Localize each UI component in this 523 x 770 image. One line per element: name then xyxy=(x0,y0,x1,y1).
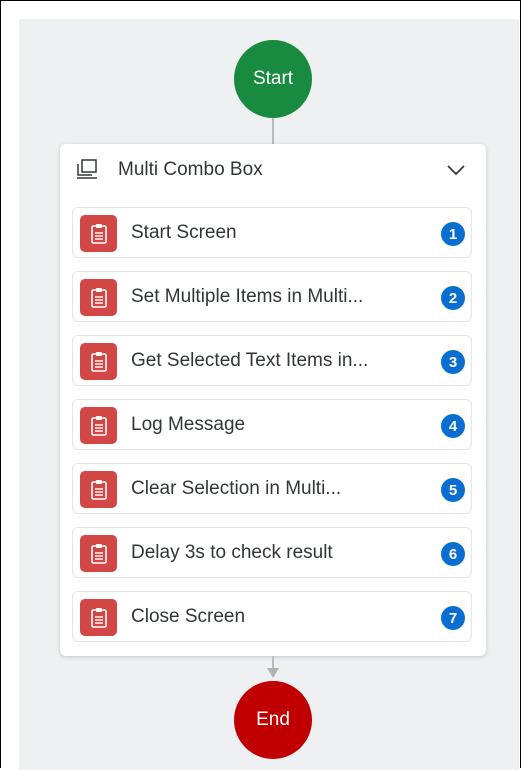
step-label: Clear Selection in Multi... xyxy=(131,478,342,499)
step-number-badge: 6 xyxy=(441,542,465,566)
chevron-down-icon[interactable] xyxy=(445,162,467,178)
step-number-badge: 5 xyxy=(441,478,465,502)
step-label: Log Message xyxy=(131,414,246,435)
clipboard-icon xyxy=(80,535,117,572)
step-item[interactable]: Start Screen 1 xyxy=(72,207,472,258)
start-node-label: Start xyxy=(252,68,294,89)
step-item[interactable]: Set Multiple Items in Multi... 2 xyxy=(72,271,472,322)
step-item[interactable]: Log Message 4 xyxy=(72,399,472,450)
multi-combo-box-group[interactable]: Multi Combo Box Start Screen 1 Set Multi… xyxy=(60,144,486,656)
end-node-label: End xyxy=(256,709,290,730)
clipboard-icon xyxy=(80,407,117,444)
step-number-badge: 2 xyxy=(441,286,465,310)
clipboard-icon xyxy=(80,279,117,316)
step-label: Close Screen xyxy=(131,606,246,627)
group-header[interactable]: Multi Combo Box xyxy=(60,144,486,198)
screen-icon xyxy=(77,159,97,179)
connector-line xyxy=(272,118,274,144)
end-node[interactable]: End xyxy=(234,681,312,759)
start-node[interactable]: Start xyxy=(234,40,312,118)
step-number-badge: 1 xyxy=(441,222,465,246)
step-item[interactable]: Delay 3s to check result 6 xyxy=(72,527,472,578)
step-label: Get Selected Text Items in... xyxy=(131,350,369,371)
step-number-badge: 4 xyxy=(441,414,465,438)
group-title: Multi Combo Box xyxy=(118,159,263,180)
step-item[interactable]: Get Selected Text Items in... 3 xyxy=(72,335,472,386)
step-item[interactable]: Close Screen 7 xyxy=(72,591,472,642)
step-item[interactable]: Clear Selection in Multi... 5 xyxy=(72,463,472,514)
step-number-badge: 7 xyxy=(441,606,465,630)
step-label: Start Screen xyxy=(131,222,237,243)
step-label: Set Multiple Items in Multi... xyxy=(131,286,364,307)
clipboard-icon xyxy=(80,599,117,636)
step-number-badge: 3 xyxy=(441,350,465,374)
step-label: Delay 3s to check result xyxy=(131,542,333,563)
arrow-down-icon xyxy=(267,668,279,678)
clipboard-icon xyxy=(80,215,117,252)
clipboard-icon xyxy=(80,471,117,508)
clipboard-icon xyxy=(80,343,117,380)
